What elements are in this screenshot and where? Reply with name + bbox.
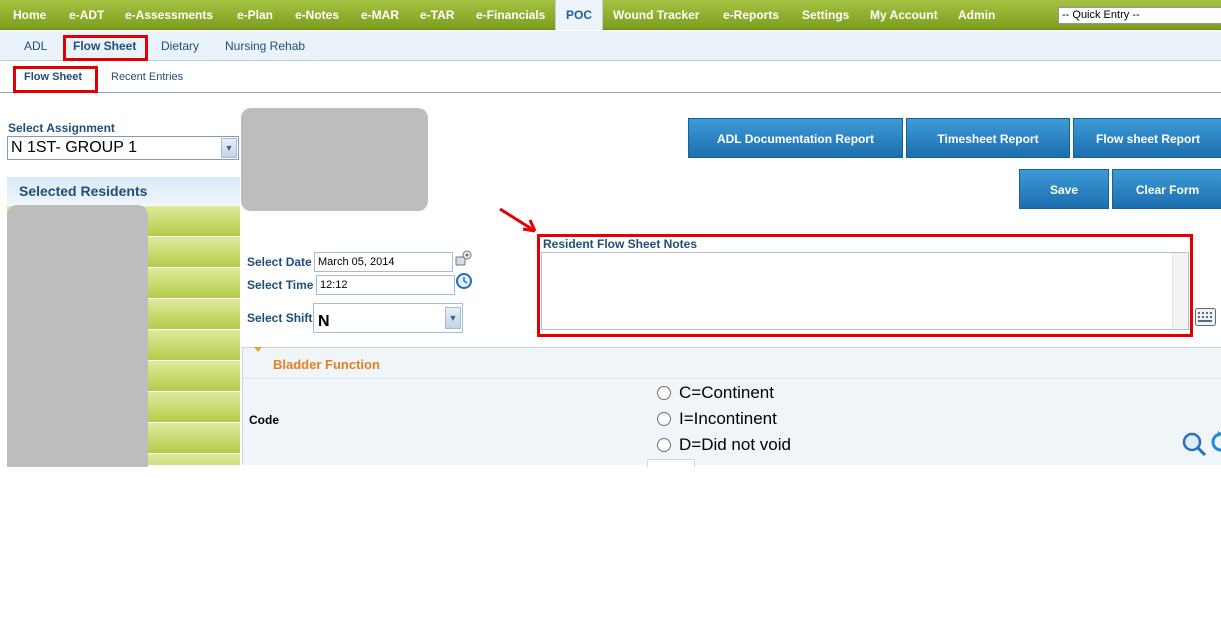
flow-sheet-report-button[interactable]: Flow sheet Report	[1073, 118, 1221, 158]
timesheet-report-button[interactable]: Timesheet Report	[906, 118, 1070, 158]
quick-entry-value: -- Quick Entry --	[1062, 9, 1140, 21]
save-button[interactable]: Save	[1019, 169, 1109, 209]
assignment-select[interactable]: N 1ST- GROUP 1 ▼	[7, 136, 239, 160]
radio-option-continent[interactable]: C=Continent	[657, 382, 774, 404]
highlight-flow-sheet-subtab	[13, 66, 98, 93]
quick-entry-select[interactable]: -- Quick Entry --	[1058, 7, 1221, 24]
radio-button[interactable]	[657, 386, 671, 400]
chevron-down-icon[interactable]: ▼	[445, 307, 461, 329]
nav-settings[interactable]: Settings	[802, 0, 849, 30]
clock-icon[interactable]	[456, 273, 472, 289]
assignment-value: N 1ST- GROUP 1	[11, 139, 137, 156]
nav-e-mar[interactable]: e-MAR	[361, 0, 399, 30]
radio-label: I=Incontinent	[679, 409, 777, 428]
flowsheet-subnav: Flow Sheet Recent Entries	[0, 62, 1221, 93]
chevron-down-icon[interactable]: ▼	[221, 138, 237, 158]
notes-label: Resident Flow Sheet Notes	[543, 237, 698, 251]
nav-my-account[interactable]: My Account	[870, 0, 938, 30]
refresh-icon[interactable]	[1209, 430, 1221, 454]
nav-e-plan[interactable]: e-Plan	[237, 0, 273, 30]
notes-scrollbar[interactable]	[1172, 253, 1188, 329]
notes-textarea[interactable]	[541, 252, 1189, 330]
subnav-dietary[interactable]: Dietary	[161, 31, 199, 61]
nav-e-notes[interactable]: e-Notes	[295, 0, 339, 30]
nav-e-adt[interactable]: e-ADT	[69, 0, 104, 30]
code-label: Code	[249, 413, 279, 427]
redacted-resident-photo	[241, 108, 428, 211]
next-field-stub	[647, 459, 695, 467]
highlight-flow-sheet-tab	[63, 35, 148, 61]
nav-home[interactable]: Home	[13, 0, 46, 30]
subnav-nursing-rehab[interactable]: Nursing Rehab	[225, 31, 305, 61]
magnifier-search-icon[interactable]	[1181, 431, 1207, 457]
clear-form-button[interactable]: Clear Form	[1112, 169, 1221, 209]
date-label: Select Date	[247, 255, 312, 269]
shift-label: Select Shift	[247, 311, 313, 325]
nav-wound-tracker[interactable]: Wound Tracker	[613, 0, 699, 30]
nav-admin[interactable]: Admin	[958, 0, 995, 30]
keyboard-icon[interactable]	[1195, 308, 1216, 326]
nav-e-assessments[interactable]: e-Assessments	[125, 0, 213, 30]
nav-e-tar[interactable]: e-TAR	[420, 0, 454, 30]
radio-button[interactable]	[657, 412, 671, 426]
collapse-toggle-icon[interactable]	[253, 347, 263, 353]
date-input[interactable]: March 05, 2014	[314, 252, 453, 272]
radio-label: C=Continent	[679, 383, 774, 402]
shift-select[interactable]: N ▼	[313, 303, 463, 333]
panel-divider	[243, 378, 1221, 379]
nav-e-financials[interactable]: e-Financials	[476, 0, 545, 30]
radio-option-incontinent[interactable]: I=Incontinent	[657, 408, 777, 430]
nav-poc[interactable]: POC	[555, 0, 603, 30]
shift-value: N	[318, 313, 330, 330]
calendar-picker-icon[interactable]	[455, 250, 473, 266]
adl-documentation-report-button[interactable]: ADL Documentation Report	[688, 118, 903, 158]
time-input[interactable]: 12:12	[316, 275, 455, 295]
subnav-recent-entries[interactable]: Recent Entries	[111, 62, 183, 92]
bladder-function-panel: Bladder Function Code C=Continent I=Inco…	[242, 347, 1221, 467]
nav-e-reports[interactable]: e-Reports	[723, 0, 779, 30]
radio-label: D=Did not void	[679, 435, 791, 454]
redacted-resident-names	[7, 205, 148, 467]
main-nav: Home e-ADT e-Assessments e-Plan e-Notes …	[0, 0, 1221, 30]
time-label: Select Time	[247, 278, 314, 292]
selected-residents-header: Selected Residents	[7, 177, 240, 205]
poc-subnav: ADL Flow Sheet Dietary Nursing Rehab	[0, 31, 1221, 61]
subnav-adl[interactable]: ADL	[24, 31, 47, 61]
radio-option-did-not-void[interactable]: D=Did not void	[657, 434, 791, 456]
radio-button[interactable]	[657, 438, 671, 452]
assignment-label: Select Assignment	[8, 121, 115, 135]
red-arrow-annotation	[499, 207, 537, 233]
bladder-function-title: Bladder Function	[273, 357, 380, 372]
